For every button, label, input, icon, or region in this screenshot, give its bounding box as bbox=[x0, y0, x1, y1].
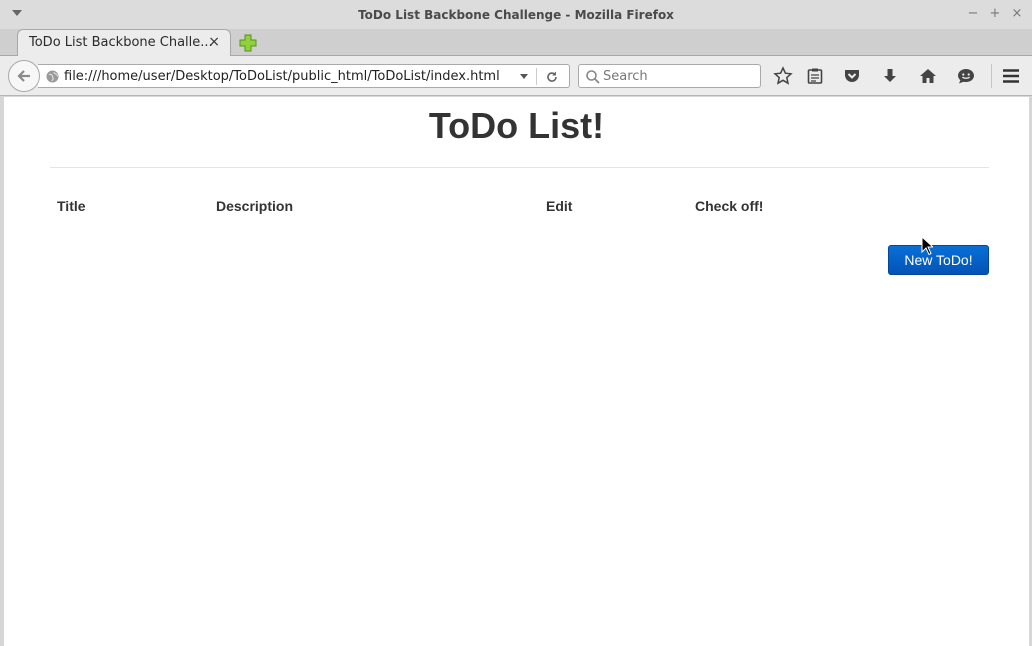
star-icon[interactable] bbox=[773, 66, 793, 86]
url-bar[interactable]: file:///home/user/Desktop/ToDoList/publi… bbox=[38, 64, 570, 88]
tab-label: ToDo List Backbone Challe... bbox=[29, 35, 213, 50]
header-divider bbox=[50, 167, 989, 168]
chat-smiley-icon[interactable] bbox=[956, 66, 976, 86]
home-icon[interactable] bbox=[918, 66, 938, 86]
mouse-cursor-icon bbox=[921, 236, 933, 256]
globe-icon bbox=[46, 70, 59, 83]
minimize-button[interactable]: − bbox=[966, 6, 980, 22]
download-arrow-icon[interactable] bbox=[880, 66, 900, 86]
tab-strip: ToDo List Backbone Challe... × bbox=[0, 29, 1032, 57]
page-content: ToDo List! Title Description Edit Check … bbox=[4, 97, 1029, 646]
new-tab-button[interactable] bbox=[238, 33, 258, 53]
url-text[interactable]: file:///home/user/Desktop/ToDoList/publi… bbox=[64, 69, 500, 84]
window-titlebar: ToDo List Backbone Challenge - Mozilla F… bbox=[0, 0, 1032, 29]
tab-todo-list[interactable]: ToDo List Backbone Challe... × bbox=[17, 29, 231, 57]
reload-icon[interactable] bbox=[544, 69, 560, 85]
column-header-description: Description bbox=[216, 198, 294, 214]
search-bar[interactable] bbox=[578, 64, 761, 88]
arrow-left-icon bbox=[17, 70, 30, 82]
search-input[interactable] bbox=[603, 68, 753, 85]
url-history-dropdown-icon[interactable] bbox=[520, 74, 528, 79]
toolbar-separator bbox=[991, 64, 992, 88]
column-header-check-off: Check off! bbox=[695, 198, 764, 214]
magnifier-icon bbox=[586, 70, 600, 84]
clipboard-icon[interactable] bbox=[805, 66, 825, 86]
new-todo-button[interactable]: New ToDo! bbox=[888, 245, 989, 275]
maximize-button[interactable]: + bbox=[988, 6, 1002, 22]
tab-close-icon[interactable]: × bbox=[208, 34, 220, 50]
pocket-icon[interactable] bbox=[842, 66, 862, 86]
plus-icon bbox=[239, 34, 257, 52]
page-title: ToDo List! bbox=[428, 105, 605, 146]
close-window-button[interactable]: × bbox=[1010, 6, 1024, 22]
column-header-edit: Edit bbox=[546, 198, 573, 214]
back-button[interactable] bbox=[8, 60, 40, 92]
nav-toolbar: file:///home/user/Desktop/ToDoList/publi… bbox=[0, 56, 1032, 96]
column-header-title: Title bbox=[57, 198, 86, 214]
window-title: ToDo List Backbone Challenge - Mozilla F… bbox=[358, 8, 674, 22]
url-separator bbox=[536, 68, 537, 85]
hamburger-icon[interactable] bbox=[1001, 66, 1021, 86]
